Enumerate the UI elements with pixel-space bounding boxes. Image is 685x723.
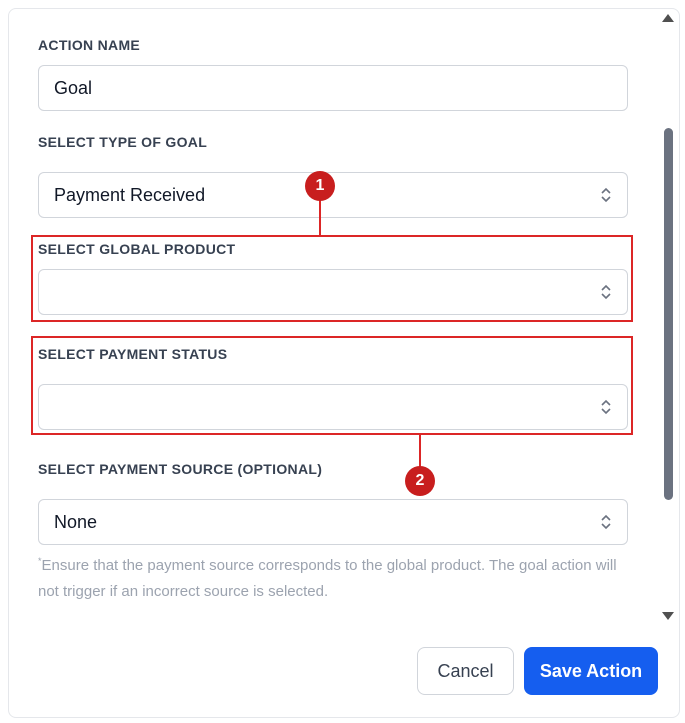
- payment-source-label: SELECT PAYMENT SOURCE (OPTIONAL): [38, 461, 323, 477]
- chevron-up-down-icon: [601, 514, 611, 530]
- global-product-label: SELECT GLOBAL PRODUCT: [38, 241, 236, 257]
- scrollbar-thumb[interactable]: [664, 128, 673, 500]
- payment-source-value: None: [54, 511, 98, 532]
- action-name-input[interactable]: Goal: [38, 65, 628, 111]
- annotation-line-1: [319, 200, 321, 236]
- cancel-button[interactable]: Cancel: [417, 647, 514, 695]
- action-name-value: Goal: [54, 77, 93, 98]
- goal-type-value: Payment Received: [54, 184, 206, 205]
- chevron-up-down-icon: [601, 399, 611, 415]
- payment-status-select[interactable]: [38, 384, 628, 430]
- chevron-up-down-icon: [601, 284, 611, 300]
- action-name-label: ACTION NAME: [38, 37, 141, 53]
- annotation-badge-2: 2: [405, 466, 435, 496]
- scroll-up-arrow-icon[interactable]: [662, 14, 674, 22]
- annotation-line-2: [419, 434, 421, 470]
- annotation-badge-1: 1: [305, 171, 335, 201]
- global-product-select[interactable]: [38, 269, 628, 315]
- goal-type-label: SELECT TYPE OF GOAL: [38, 134, 208, 150]
- scroll-down-arrow-icon[interactable]: [662, 612, 674, 620]
- payment-source-helper-text: *Ensure that the payment source correspo…: [38, 548, 618, 605]
- helper-text: Ensure that the payment source correspon…: [38, 557, 617, 600]
- payment-status-label: SELECT PAYMENT STATUS: [38, 346, 228, 362]
- save-action-button[interactable]: Save Action: [524, 647, 658, 695]
- payment-source-select[interactable]: None: [38, 499, 628, 545]
- chevron-up-down-icon: [601, 187, 611, 203]
